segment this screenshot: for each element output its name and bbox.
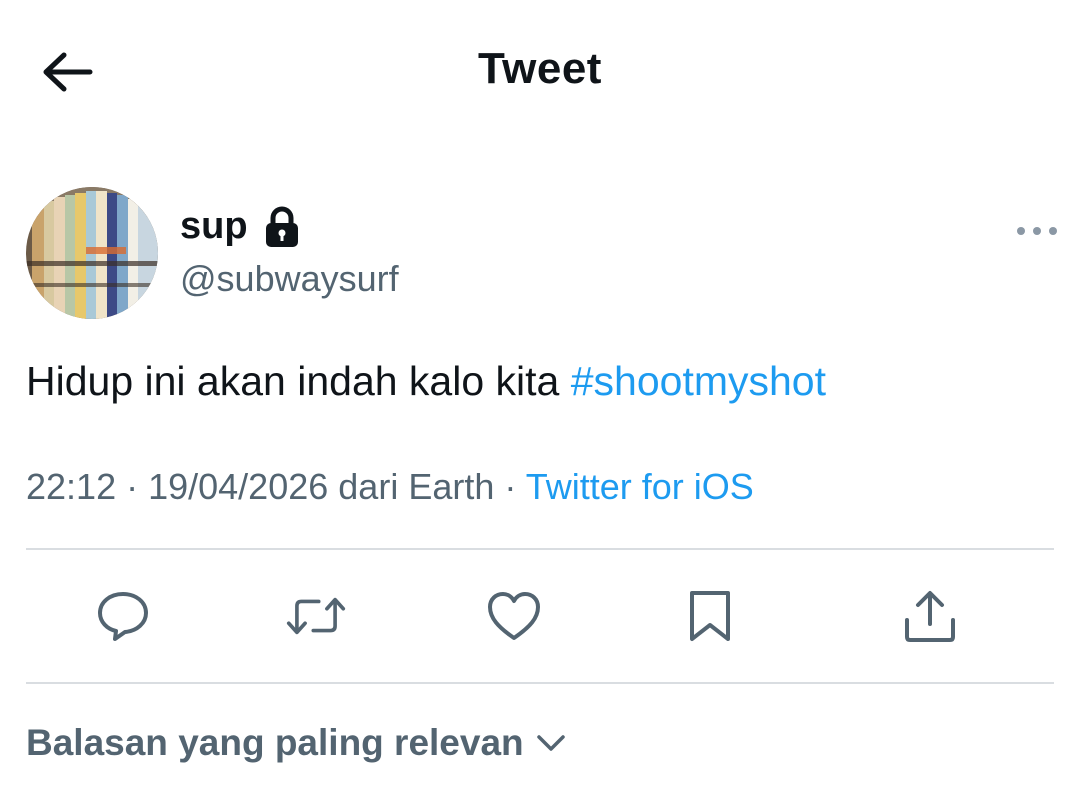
reply-icon (98, 592, 148, 641)
divider (26, 682, 1054, 684)
reply-button[interactable] (93, 586, 153, 646)
more-options-button[interactable] (1010, 214, 1064, 248)
hashtag-link[interactable]: #shootmyshot (571, 358, 826, 404)
author-name-row[interactable]: sup (180, 205, 300, 248)
retweet-icon (286, 597, 346, 635)
tweet-text: Hidup ini akan indah kalo kita #shootmys… (26, 355, 826, 407)
user-handle[interactable]: @subwaysurf (180, 258, 399, 300)
display-name: sup (180, 205, 248, 247)
tweet-location: dari Earth (328, 466, 495, 507)
avatar[interactable] (26, 187, 158, 319)
lock-icon (264, 206, 300, 248)
tweet-body: Hidup ini akan indah kalo kita (26, 358, 571, 404)
share-icon (905, 591, 955, 642)
retweet-button[interactable] (286, 586, 346, 646)
replies-sort-button[interactable]: Balasan yang paling relevan (26, 722, 566, 764)
like-button[interactable] (484, 586, 544, 646)
divider (26, 548, 1054, 550)
more-horizontal-icon (1017, 227, 1057, 235)
chevron-down-icon (536, 733, 566, 753)
avatar-image (26, 187, 158, 319)
tweet-date: 19/04/2026 (148, 466, 329, 507)
heart-icon (488, 592, 540, 640)
meta-separator: · (116, 466, 149, 507)
tweet-source-link[interactable]: Twitter for iOS (526, 466, 754, 507)
tweet-time: 22:12 (26, 466, 117, 507)
replies-sort-label: Balasan yang paling relevan (26, 722, 524, 763)
tweet-meta: 22:12 · 19/04/2026 dari Earth · Twitter … (26, 466, 754, 508)
page-title: Tweet (478, 44, 602, 93)
share-button[interactable] (900, 586, 960, 646)
bookmark-button[interactable] (680, 586, 740, 646)
top-bar: Tweet (0, 0, 1080, 145)
bookmark-icon (690, 591, 730, 641)
meta-separator: · (494, 466, 526, 507)
